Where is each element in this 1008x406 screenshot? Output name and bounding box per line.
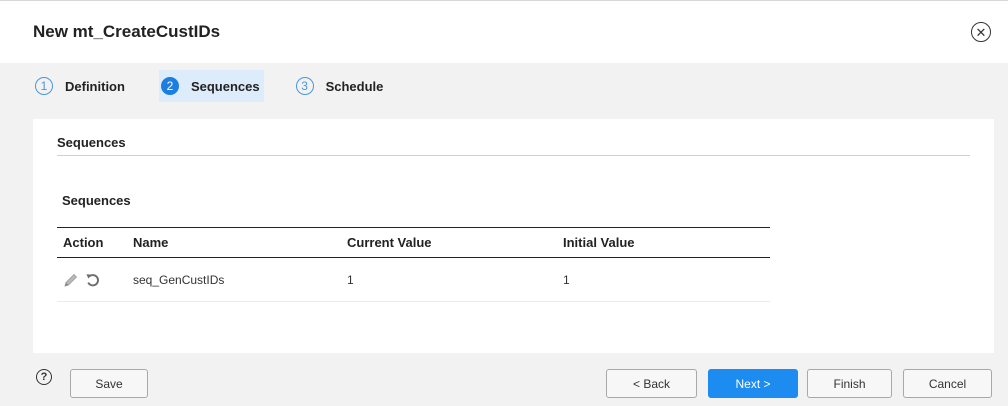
column-header-action: Action [57,227,127,258]
step-sequences[interactable]: 2 Sequences [158,70,264,102]
next-button[interactable]: Next > [708,369,798,398]
step-number: 3 [295,77,314,95]
close-icon[interactable]: ✕ [971,22,991,42]
save-button[interactable]: Save [70,369,148,398]
column-header-name: Name [127,227,341,258]
finish-button[interactable]: Finish [807,369,892,398]
step-label: Sequences [190,78,260,94]
table-header-row: Action Name Current Value Initial Value [57,227,770,258]
section-title: Sequences [57,135,126,150]
table-title: Sequences [62,193,131,208]
new-task-dialog: New mt_CreateCustIDs ✕ 1 Definition 2 Se… [0,0,1008,406]
column-header-initial-value: Initial Value [557,227,770,258]
pencil-edit-icon[interactable] [63,272,79,288]
reset-icon[interactable] [85,272,101,288]
step-schedule[interactable]: 3 Schedule [294,70,388,102]
step-number: 1 [35,77,53,95]
column-header-current-value: Current Value [341,227,557,258]
section-divider [57,155,970,156]
step-label: Schedule [325,78,384,94]
current-value-cell: 1 [341,257,557,302]
table-row: seq_GenCustIDs 1 1 [57,257,770,302]
help-icon[interactable]: ? [36,369,52,385]
sequence-name-cell: seq_GenCustIDs [127,257,341,302]
initial-value-cell: 1 [557,257,770,302]
wizard-steps: 1 Definition 2 Sequences 3 Schedule [33,69,417,103]
back-button[interactable]: < Back [606,369,697,398]
dialog-title: New mt_CreateCustIDs [33,22,221,41]
cancel-button[interactable]: Cancel [903,369,992,398]
content-panel: Sequences Sequences Action Name Current … [33,119,994,353]
step-number: 2 [160,77,179,95]
step-definition[interactable]: 1 Definition [33,70,129,102]
sequences-table: Action Name Current Value Initial Value [57,227,770,302]
dialog-header: New mt_CreateCustIDs ✕ [0,1,1008,63]
action-cell [57,257,127,302]
step-label: Definition [65,78,125,94]
